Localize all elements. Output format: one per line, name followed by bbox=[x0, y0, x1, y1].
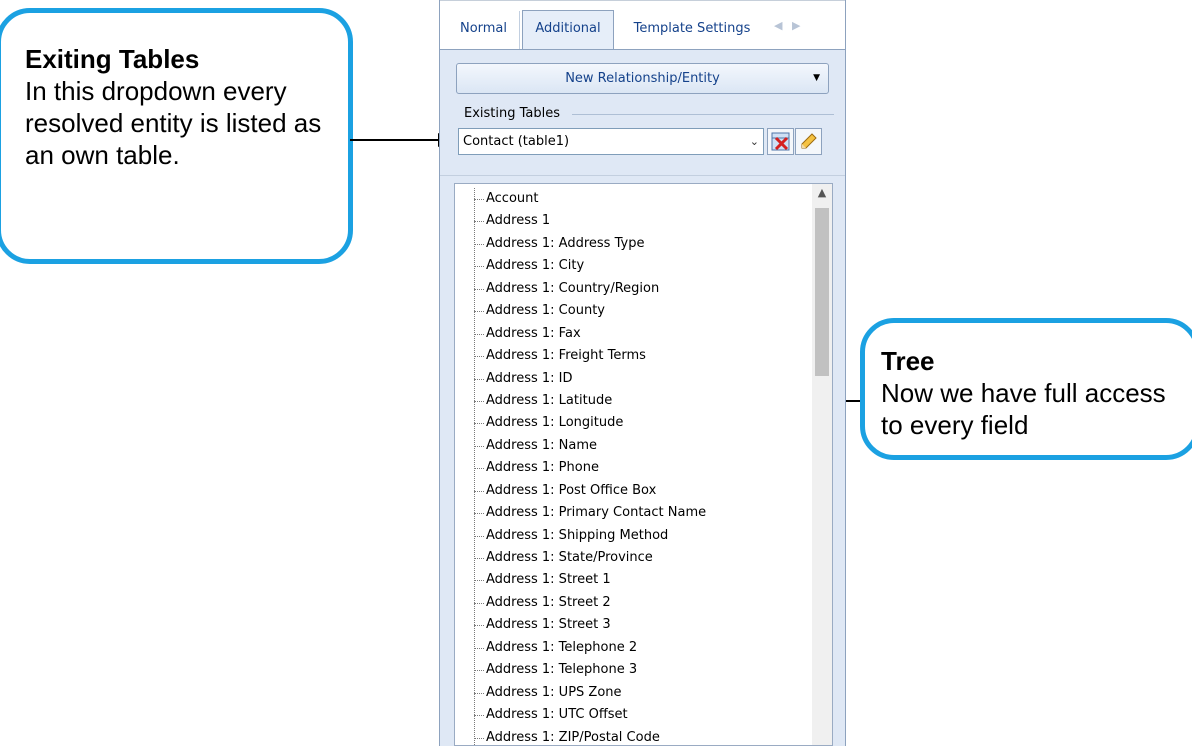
scroll-up-icon[interactable]: ▲ bbox=[812, 186, 832, 199]
vertical-scrollbar[interactable]: ▲ bbox=[812, 184, 832, 745]
field-tree[interactable]: Account Address 1 Address 1: Address Type A… bbox=[454, 183, 833, 746]
group-divider bbox=[572, 114, 834, 115]
tab-normal[interactable]: Normal bbox=[448, 11, 520, 49]
tree-item[interactable]: Address 1: Street 1 bbox=[455, 569, 807, 591]
tree-item[interactable]: Address 1 bbox=[455, 210, 807, 232]
tree-item[interactable]: Address 1: Longitude bbox=[455, 412, 807, 434]
tree-item[interactable]: Address 1: Street 2 bbox=[455, 592, 807, 614]
new-relationship-label: New Relationship/Entity bbox=[565, 71, 720, 86]
tree-item[interactable]: Address 1: UPS Zone bbox=[455, 682, 807, 704]
callout-text: Now we have full access to every field bbox=[881, 378, 1166, 440]
tab-scroll-right-icon[interactable]: ▶ bbox=[792, 19, 800, 32]
tree-item[interactable]: Address 1: Phone bbox=[455, 457, 807, 479]
tab-template-settings[interactable]: Template Settings bbox=[617, 11, 767, 49]
tree-item[interactable]: Address 1: Name bbox=[455, 435, 807, 457]
tree-item[interactable]: Address 1: Post Office Box bbox=[455, 480, 807, 502]
delete-table-icon bbox=[771, 132, 790, 151]
tree-item[interactable]: Address 1: Address Type bbox=[455, 233, 807, 255]
edit-table-button[interactable] bbox=[795, 128, 822, 155]
pencil-icon bbox=[801, 133, 817, 149]
callout-title: Exiting Tables bbox=[25, 44, 200, 74]
tree-item[interactable]: Address 1: City bbox=[455, 255, 807, 277]
existing-tables-dropdown[interactable]: Contact (table1) ⌄ bbox=[458, 128, 764, 155]
tree-item[interactable]: Address 1: Country/Region bbox=[455, 278, 807, 300]
tab-additional[interactable]: Additional bbox=[522, 10, 614, 49]
tree-item[interactable]: Address 1: Fax bbox=[455, 323, 807, 345]
dropdown-arrow-icon[interactable]: ▼ bbox=[813, 64, 820, 93]
chevron-down-icon[interactable]: ⌄ bbox=[750, 129, 759, 154]
tree-item[interactable]: Address 1: Freight Terms bbox=[455, 345, 807, 367]
scroll-thumb[interactable] bbox=[815, 208, 829, 376]
callout-title: Tree bbox=[881, 346, 935, 376]
side-panel: Normal Additional Template Settings ◀ ▶ … bbox=[439, 0, 846, 746]
tree-item[interactable]: Address 1: State/Province bbox=[455, 547, 807, 569]
pointer-arrow bbox=[350, 133, 452, 147]
new-relationship-button[interactable]: New Relationship/Entity ▼ bbox=[456, 63, 829, 94]
tree-item[interactable]: Address 1: County bbox=[455, 300, 807, 322]
tree-item[interactable]: Address 1: Telephone 3 bbox=[455, 659, 807, 681]
tree-item[interactable]: Address 1: Shipping Method bbox=[455, 525, 807, 547]
tree-item[interactable]: Address 1: Latitude bbox=[455, 390, 807, 412]
tree-item[interactable]: Address 1: ID bbox=[455, 368, 807, 390]
tree-item[interactable]: Address 1: ZIP/Postal Code bbox=[455, 727, 807, 746]
tree-item[interactable]: Address 1: Street 3 bbox=[455, 614, 807, 636]
panel-divider bbox=[440, 175, 845, 176]
delete-table-button[interactable] bbox=[767, 128, 794, 155]
tree-item[interactable]: Address 1: Telephone 2 bbox=[455, 637, 807, 659]
tab-strip: Normal Additional Template Settings ◀ ▶ bbox=[440, 0, 845, 50]
existing-tables-label: Existing Tables bbox=[464, 106, 561, 121]
tree-item[interactable]: Address 1: UTC Offset bbox=[455, 704, 807, 726]
tree-item[interactable]: Account bbox=[455, 188, 807, 210]
existing-tables-value: Contact (table1) bbox=[463, 134, 570, 149]
tree-item[interactable]: Address 1: Primary Contact Name bbox=[455, 502, 807, 524]
tab-scroll-left-icon[interactable]: ◀ bbox=[774, 19, 782, 32]
callout-existing-tables: Exiting Tables In this dropdown every re… bbox=[0, 8, 353, 264]
callout-text: In this dropdown every resolved entity i… bbox=[25, 76, 322, 170]
callout-tree: Tree Now we have full access to every fi… bbox=[860, 318, 1192, 460]
tree-items: Account Address 1 Address 1: Address Type A… bbox=[455, 188, 807, 746]
